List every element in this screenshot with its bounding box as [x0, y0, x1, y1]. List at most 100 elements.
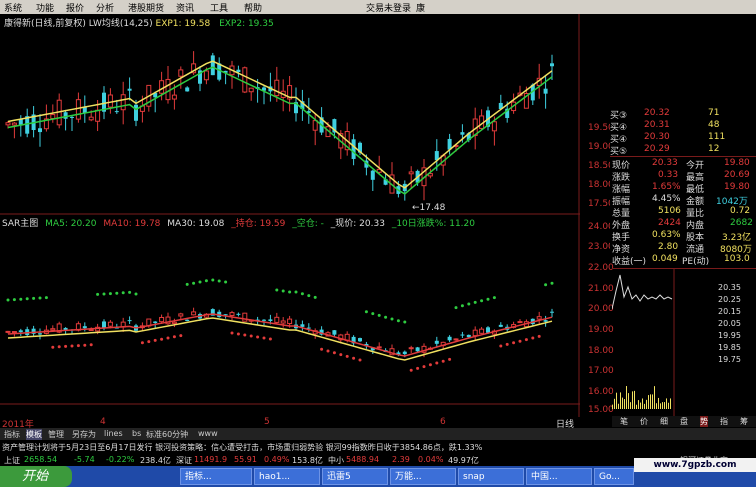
candle-body	[171, 321, 177, 325]
sar-dot	[76, 344, 80, 348]
sar-dot	[153, 338, 157, 342]
intraday-chart[interactable]: 20.35 20.25 20.15 20.05 19.95 19.85 19.7…	[612, 268, 756, 427]
candle-body	[300, 324, 305, 327]
intraday-volume-bar	[648, 395, 649, 409]
exp1-value: EXP1: 19.58	[155, 19, 211, 29]
index-change: 2.39	[392, 455, 410, 464]
candle-body	[11, 122, 17, 126]
sar-dot	[51, 345, 55, 349]
tab-lines[interactable]: lines	[104, 429, 123, 438]
sar-dot	[320, 347, 324, 351]
candle-body	[159, 80, 165, 94]
tab-detail[interactable]: 细	[660, 416, 668, 427]
menu-bar: 系统 功能 报价 分析 港股期货 资讯 工具 帮助 交易未登录 康	[0, 0, 756, 14]
tab-www[interactable]: www	[198, 429, 218, 438]
sar-dot	[166, 336, 170, 340]
candle-body	[127, 320, 132, 322]
tab-price[interactable]: 价	[640, 416, 648, 427]
candle-body	[472, 329, 478, 337]
intraday-axis-tick: 20.25	[718, 295, 741, 304]
candle-body	[102, 321, 106, 328]
stat-value: 0.33	[658, 170, 679, 180]
intraday-axis-tick: 19.95	[718, 331, 741, 340]
menu-quote[interactable]: 报价	[66, 1, 84, 14]
intraday-volume-bar	[614, 398, 615, 409]
candle-body	[460, 334, 465, 336]
intraday-volume-bar	[660, 403, 661, 409]
sar-dot	[396, 319, 400, 323]
sar-dot	[505, 342, 509, 346]
indicator-tab-bar: 指标 模板 管理 另存为 lines bs 标准60分钟 www	[0, 428, 756, 440]
sar-dot	[44, 296, 48, 300]
intraday-axis-tick: 20.05	[718, 319, 741, 328]
start-label: 开始	[22, 469, 49, 484]
tab-chips[interactable]: 筹	[740, 416, 748, 427]
sar-dot	[12, 298, 16, 302]
candle-body	[262, 319, 266, 321]
sar-dot	[531, 336, 535, 340]
sar-dot	[140, 341, 144, 345]
sar-dot	[83, 343, 87, 347]
candle-body	[543, 88, 548, 94]
change10-value: _10日涨跌%: 11.20	[391, 219, 475, 229]
tab-trend[interactable]: 势	[700, 416, 708, 427]
empty-value: _空仓: -	[292, 219, 324, 229]
tab-bs[interactable]: bs	[132, 429, 141, 438]
bid-vol: 48	[708, 120, 720, 130]
menu-analysis[interactable]: 分析	[96, 1, 114, 14]
intraday-axis-tick: 20.35	[718, 283, 741, 292]
candle-body	[358, 338, 362, 342]
tab-index[interactable]: 指	[720, 416, 728, 427]
menu-hk-futures[interactable]: 港股期货	[128, 1, 164, 14]
taskbar-item[interactable]: 万能...	[390, 468, 456, 485]
sar-dot	[524, 338, 528, 342]
tab-indicator[interactable]: 指标	[4, 429, 20, 440]
sar-dot	[192, 281, 196, 285]
menu-system[interactable]: 系统	[4, 1, 22, 14]
candle-body	[185, 87, 190, 92]
candle-body	[107, 321, 113, 327]
low-marker: ←17.48	[412, 203, 446, 213]
tab-trades[interactable]: 笔	[620, 416, 628, 427]
stat-value: 1.65%	[652, 182, 681, 192]
taskbar-item[interactable]: 迅雷5	[322, 468, 388, 485]
candle-body	[268, 319, 273, 322]
intraday-volume-bar	[636, 404, 637, 409]
candle-body	[242, 312, 248, 322]
candle-body	[402, 351, 407, 355]
taskbar-item[interactable]: Go...	[594, 468, 634, 485]
sar-dot	[211, 278, 215, 282]
index-amount: 49.97亿	[448, 456, 479, 465]
bid-price: 20.31	[644, 120, 670, 130]
menu-news[interactable]: 资讯	[176, 1, 194, 14]
intraday-volume-bar	[638, 400, 639, 409]
sar-dot	[89, 343, 93, 347]
menu-help[interactable]: 帮助	[244, 1, 262, 14]
tab-template[interactable]: 模板	[26, 429, 42, 440]
main-chart[interactable]: 康得新(日线,前复权) LW均线(14,25) EXP1: 19.58 EXP2…	[0, 14, 614, 430]
tab-manage[interactable]: 管理	[48, 429, 64, 440]
candle-body	[203, 70, 209, 81]
sar-dot	[281, 289, 285, 293]
candle-body	[434, 340, 439, 344]
menu-tools[interactable]: 工具	[210, 1, 228, 14]
tab-save-as[interactable]: 另存为	[72, 429, 96, 440]
candle-body	[120, 94, 126, 111]
tab-board[interactable]: 盘	[680, 416, 688, 427]
start-button[interactable]: 开始	[0, 466, 72, 487]
index-pct: 0.49%	[264, 455, 290, 464]
sar-dot	[160, 337, 164, 341]
trade-login-status[interactable]: 交易未登录	[366, 1, 411, 14]
taskbar-item[interactable]: 中国...	[526, 468, 592, 485]
taskbar-item[interactable]: hao1...	[254, 468, 320, 485]
tab-standard-60[interactable]: 标准60分钟	[146, 429, 188, 440]
taskbar-item[interactable]: 指标...	[180, 468, 252, 485]
ruler-month-5: 5	[264, 417, 270, 427]
candle-body	[550, 63, 554, 67]
menu-function[interactable]: 功能	[36, 1, 54, 14]
news-ticker[interactable]: 资产管理计划将于5月23日至6月17日发行 银河投资策略：信心遭受打击，市场重归…	[0, 440, 756, 453]
candle-body	[274, 79, 280, 97]
candle-body	[466, 334, 471, 338]
taskbar-item[interactable]: snap	[458, 468, 524, 485]
candle-body	[159, 316, 165, 323]
